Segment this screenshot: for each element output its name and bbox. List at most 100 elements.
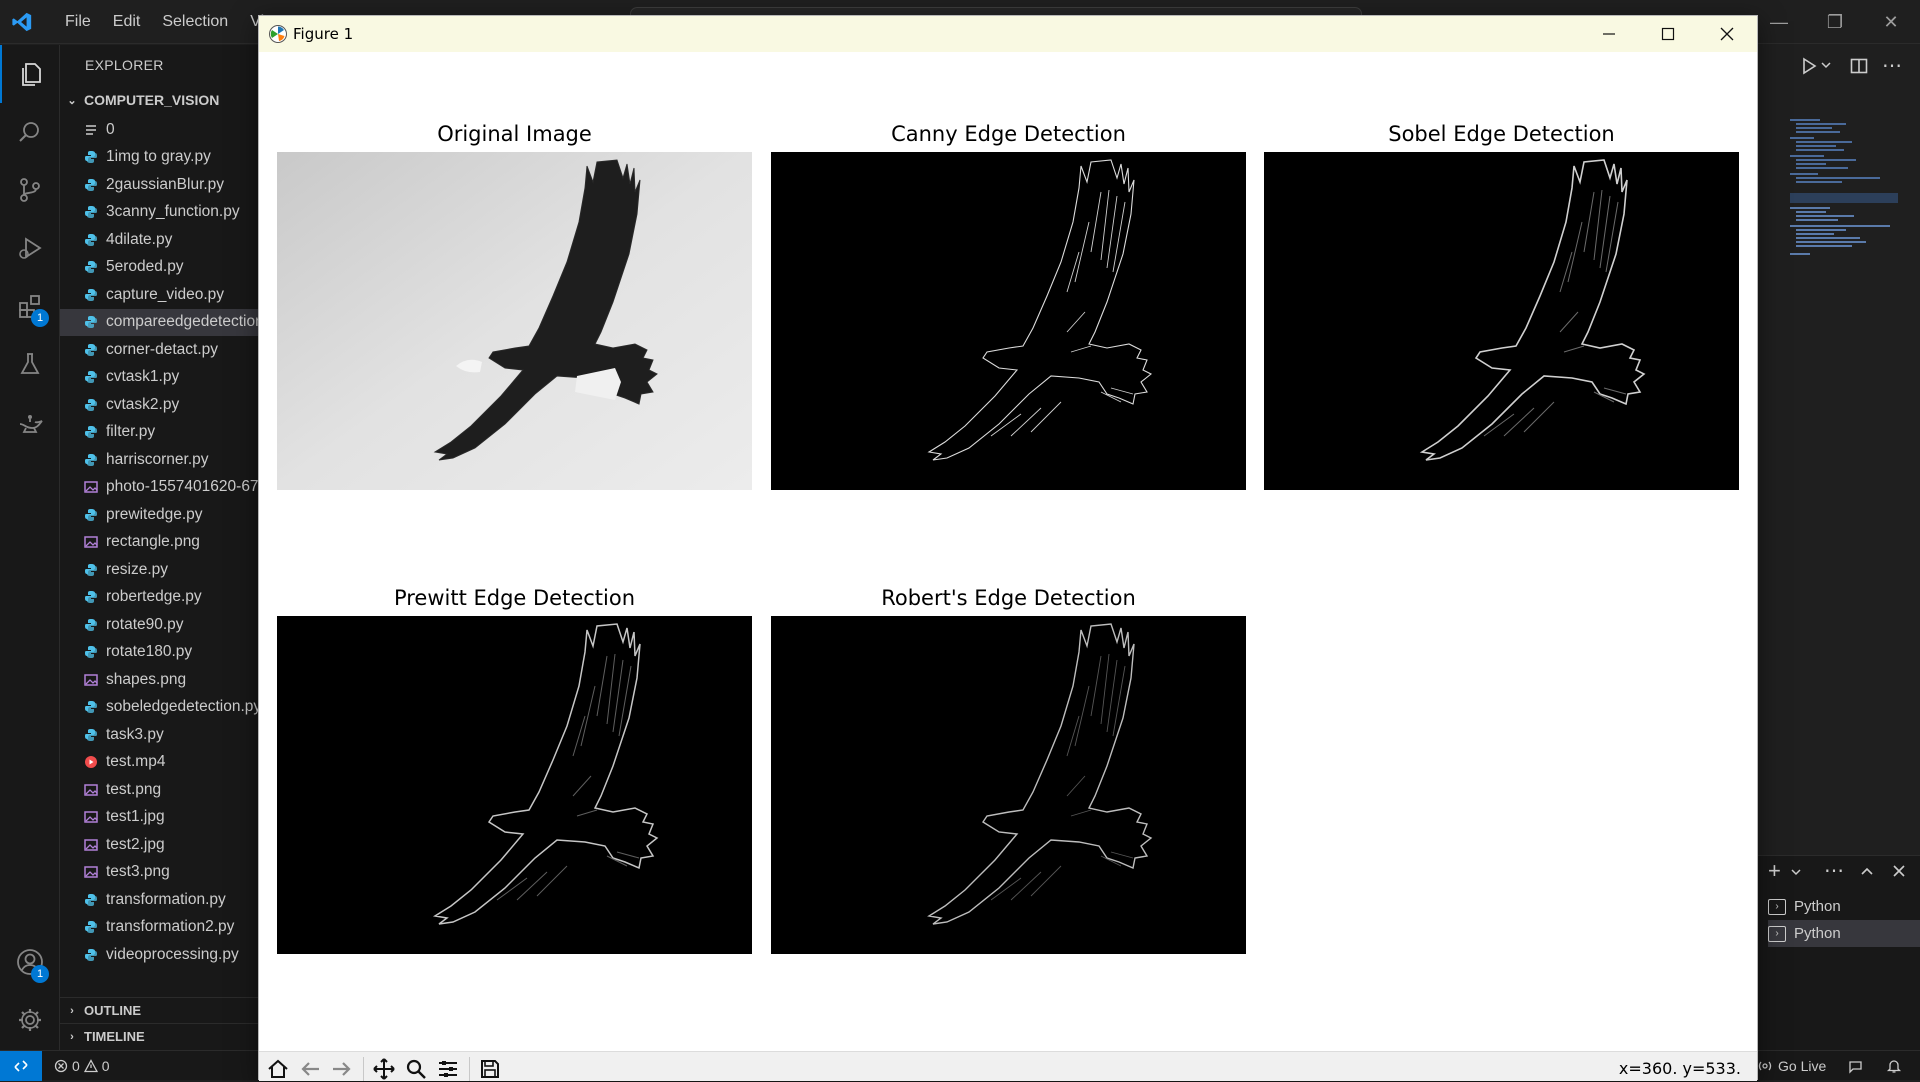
configure-subplots-button[interactable]: [433, 1055, 463, 1082]
remote-indicator[interactable]: [0, 1051, 42, 1081]
search-activity[interactable]: [0, 103, 60, 161]
file-item[interactable]: 1img to gray.py: [60, 144, 258, 172]
save-figure-button[interactable]: [475, 1055, 505, 1082]
activity-bar: 1 1: [0, 45, 60, 1050]
file-item[interactable]: shapes.png: [60, 666, 258, 694]
file-item[interactable]: 3canny_function.py: [60, 199, 258, 227]
terminal-item-selected[interactable]: › Python: [1768, 920, 1920, 947]
file-name: test.png: [106, 780, 162, 798]
file-item[interactable]: cvtask2.py: [60, 391, 258, 419]
more-actions-icon[interactable]: ⋯: [1882, 53, 1902, 78]
menu-selection[interactable]: Selection: [151, 13, 239, 31]
source-control-icon: [20, 178, 40, 202]
file-item[interactable]: test.mp4: [60, 749, 258, 777]
canny-edge-image: [928, 159, 1152, 461]
feedback-icon[interactable]: [1848, 1059, 1864, 1075]
figure-close-button[interactable]: [1698, 16, 1756, 52]
matplotlib-logo-icon: [269, 25, 287, 43]
file-name: 2gaussianBlur.py: [106, 175, 225, 193]
back-button[interactable]: [295, 1055, 325, 1082]
remote-explorer-activity[interactable]: [0, 393, 60, 451]
outline-section[interactable]: › OUTLINE: [60, 997, 258, 1023]
file-item[interactable]: harriscorner.py: [60, 446, 258, 474]
file-name: corner-detact.py: [106, 340, 218, 358]
file-item[interactable]: 4dilate.py: [60, 226, 258, 254]
run-icon[interactable]: [1800, 57, 1818, 75]
workspace-folder[interactable]: ⌄ COMPUTER_VISION: [60, 89, 258, 111]
close-button[interactable]: ✕: [1862, 0, 1920, 44]
original-image-axes[interactable]: [277, 152, 752, 490]
file-item[interactable]: corner-detact.py: [60, 336, 258, 364]
sobel-edge-axes[interactable]: [1264, 152, 1739, 490]
testing-activity[interactable]: [0, 335, 60, 393]
roberts-edge-axes[interactable]: [771, 616, 1246, 954]
file-name: resize.py: [106, 560, 169, 578]
file-item[interactable]: rotate90.py: [60, 611, 258, 639]
close-icon: [1720, 27, 1734, 41]
file-item[interactable]: test3.png: [60, 859, 258, 887]
source-control-activity[interactable]: [0, 161, 60, 219]
prewitt-edge-axes[interactable]: [277, 616, 752, 954]
bell-icon[interactable]: [1886, 1058, 1902, 1074]
zoom-button[interactable]: [401, 1055, 431, 1082]
run-debug-activity[interactable]: [0, 219, 60, 277]
file-item[interactable]: videoprocessing.py: [60, 941, 258, 969]
file-item[interactable]: rectangle.png: [60, 529, 258, 557]
python-file-icon: [80, 644, 102, 660]
file-item[interactable]: test1.jpg: [60, 804, 258, 832]
figure-maximize-button[interactable]: [1639, 16, 1697, 52]
chevron-down-icon[interactable]: [1790, 866, 1802, 878]
file-item[interactable]: 2gaussianBlur.py: [60, 171, 258, 199]
problems-indicator[interactable]: 0 0: [54, 1051, 110, 1081]
go-live-button[interactable]: Go Live: [1758, 1051, 1826, 1081]
toolbar-separator: [469, 1057, 470, 1081]
forward-button[interactable]: [327, 1055, 357, 1082]
manage-activity[interactable]: [0, 991, 60, 1049]
accounts-activity[interactable]: 1: [0, 933, 60, 991]
figure-minimize-button[interactable]: [1580, 16, 1638, 52]
file-name: transformation.py: [106, 890, 226, 908]
menu-file[interactable]: File: [54, 13, 102, 31]
file-item[interactable]: test2.jpg: [60, 831, 258, 859]
figure-window: Figure 1 Original Image Canny Edge Detec…: [258, 15, 1758, 1081]
canny-edge-axes[interactable]: [771, 152, 1246, 490]
chevron-down-icon[interactable]: [1820, 59, 1832, 71]
file-item[interactable]: 5eroded.py: [60, 254, 258, 282]
pan-button[interactable]: [369, 1055, 399, 1082]
split-editor-icon[interactable]: [1850, 57, 1868, 75]
file-item[interactable]: filter.py: [60, 419, 258, 447]
file-item[interactable]: robertedge.py: [60, 584, 258, 612]
file-item[interactable]: 0: [60, 116, 258, 144]
file-item[interactable]: task3.py: [60, 721, 258, 749]
file-item[interactable]: test.png: [60, 776, 258, 804]
close-icon[interactable]: [1892, 864, 1906, 878]
file-item[interactable]: transformation.py: [60, 886, 258, 914]
new-terminal-icon[interactable]: +: [1768, 858, 1781, 884]
python-file-icon: [80, 177, 102, 193]
file-item[interactable]: capture_video.py: [60, 281, 258, 309]
minimize-button[interactable]: —: [1750, 0, 1808, 44]
explorer-activity[interactable]: [0, 45, 60, 103]
minimap[interactable]: [1790, 115, 1898, 315]
file-item[interactable]: photo-1557401620-67270b61ea82.jpg: [60, 474, 258, 502]
figure-toolbar: x=360. y=533.: [259, 1051, 1757, 1081]
terminal-label: Python: [1794, 925, 1841, 942]
terminal-item[interactable]: › Python: [1768, 893, 1920, 920]
file-item[interactable]: resize.py: [60, 556, 258, 584]
file-item[interactable]: cvtask1.py: [60, 364, 258, 392]
timeline-section[interactable]: › TIMELINE: [60, 1023, 258, 1049]
chevron-up-icon[interactable]: [1860, 864, 1874, 878]
file-name: transformation2.py: [106, 918, 235, 936]
file-name: task3.py: [106, 725, 164, 743]
file-item[interactable]: rotate180.py: [60, 639, 258, 667]
file-item[interactable]: transformation2.py: [60, 914, 258, 942]
home-button[interactable]: [263, 1055, 293, 1082]
menu-edit[interactable]: Edit: [102, 13, 152, 31]
file-item[interactable]: compareedgedetection.py: [60, 308, 258, 336]
maximize-button[interactable]: ❐: [1806, 0, 1864, 44]
file-tree: 0 1img to gray.py 2gaussianBlur.py 3canny_f…: [60, 116, 258, 969]
file-item[interactable]: sobeledgedetection.py: [60, 694, 258, 722]
extensions-activity[interactable]: 1: [0, 277, 60, 335]
more-actions-icon[interactable]: ⋯: [1824, 858, 1844, 883]
file-item[interactable]: prewitedge.py: [60, 501, 258, 529]
